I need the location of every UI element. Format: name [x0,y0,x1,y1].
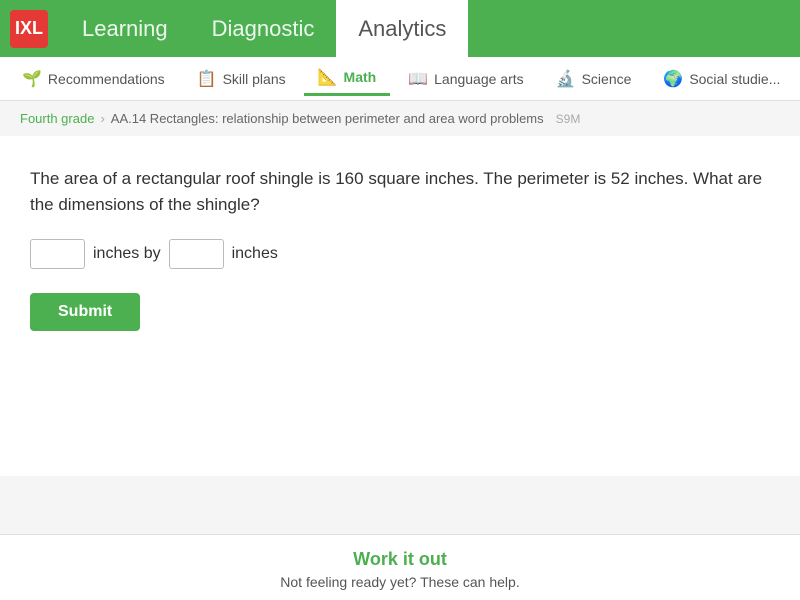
breadcrumb-code: S9M [556,112,581,126]
recommendations-icon: 🌱 [22,69,42,89]
subnav-skill-plans[interactable]: 📋 Skill plans [183,63,300,95]
work-it-out-title: Work it out [30,549,770,570]
language-arts-icon: 📖 [408,69,428,89]
question-text: The area of a rectangular roof shingle i… [30,166,770,217]
breadcrumb: Fourth grade › AA.14 Rectangles: relatio… [0,101,800,136]
breadcrumb-grade[interactable]: Fourth grade [20,111,94,126]
nav-diagnostic[interactable]: Diagnostic [190,0,337,57]
breadcrumb-separator: › [100,111,104,126]
work-it-out-subtitle: Not feeling ready yet? These can help. [30,574,770,590]
after-label: inches [232,245,278,263]
subnav-social-studies[interactable]: 🌍 Social studie... [649,63,794,95]
subnav-recommendations-label: Recommendations [48,71,165,87]
science-icon: 🔬 [556,69,576,89]
top-navigation: IXL Learning Diagnostic Analytics [0,0,800,57]
subnav-language-arts[interactable]: 📖 Language arts [394,63,537,95]
skill-plans-icon: 📋 [197,69,217,89]
top-nav-links: Learning Diagnostic Analytics [60,0,468,57]
social-studies-icon: 🌍 [663,69,683,89]
subnav-language-arts-label: Language arts [434,71,524,87]
logo: IXL [10,10,48,48]
dimension1-input[interactable] [30,239,85,269]
bottom-section: Work it out Not feeling ready yet? These… [0,534,800,600]
dimension2-input[interactable] [169,239,224,269]
subnav-social-studies-label: Social studie... [689,71,780,87]
subnav-math-label: Math [344,69,377,85]
between-label: inches by [93,245,161,263]
breadcrumb-current: AA.14 Rectangles: relationship between p… [111,111,544,126]
submit-button[interactable]: Submit [30,293,140,331]
subnav-recommendations[interactable]: 🌱 Recommendations [8,63,179,95]
sub-navigation: 🌱 Recommendations 📋 Skill plans 📐 Math 📖… [0,57,800,101]
main-content: The area of a rectangular roof shingle i… [0,136,800,476]
math-icon: 📐 [318,67,338,87]
subnav-science[interactable]: 🔬 Science [542,63,646,95]
subnav-math[interactable]: 📐 Math [304,61,391,96]
nav-analytics[interactable]: Analytics [336,0,468,57]
subnav-science-label: Science [582,71,632,87]
nav-learning[interactable]: Learning [60,0,190,57]
answer-row: inches by inches [30,239,770,269]
subnav-skill-plans-label: Skill plans [223,71,286,87]
